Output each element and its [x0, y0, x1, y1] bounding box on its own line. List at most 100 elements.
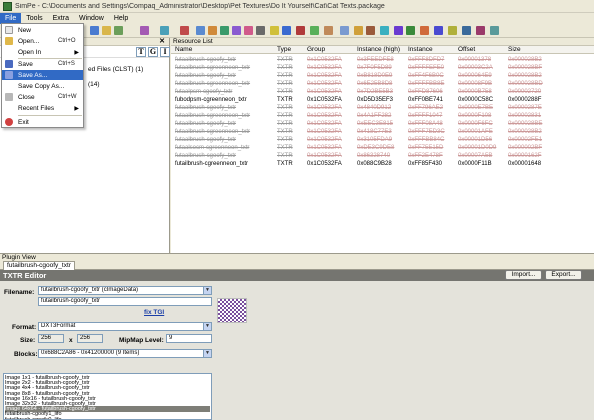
cell-group: 0x1C0532FA — [307, 129, 342, 135]
cell-instance: 0xFFFBB84C — [408, 137, 445, 143]
plugin-tab-strip: futailbrush-cgoofy_txtr — [0, 261, 594, 270]
pin-icon[interactable]: ✕ — [159, 37, 165, 45]
column-header-instance-high[interactable]: Instance (high) — [357, 46, 400, 54]
column-header-name[interactable]: Name — [175, 46, 192, 54]
cell-instance-high: 0xB818D0E9 — [357, 73, 393, 79]
tool-icon[interactable] — [256, 26, 265, 35]
tool-icon[interactable] — [448, 26, 457, 35]
font-i-button[interactable]: I — [160, 47, 170, 57]
cell-instance: 0xFFF8DFD7 — [408, 57, 445, 63]
table-row[interactable]: futaalsocm-cgreenneon_txtr TXTR 0x1C0532FA… — [171, 144, 594, 152]
cell-name: futaalbrush-cgreenneon_txtr — [175, 81, 251, 87]
chevron-down-icon[interactable]: ▼ — [203, 323, 211, 330]
tool-icon[interactable] — [160, 26, 169, 35]
cell-name: futaalbrush-cgreenneon_txtr — [175, 113, 251, 119]
tool-icon[interactable] — [406, 26, 415, 35]
column-header-instance[interactable]: Instance — [408, 46, 433, 54]
table-row[interactable]: futaalbrush-cgoofy_txtr TXTR 0x1C0532FA 0x4… — [171, 104, 594, 112]
blocks-combo[interactable]: 0x688C2A86 - 0x41200000 (9 Items) ▼ — [38, 349, 212, 358]
tool-icon[interactable] — [296, 26, 305, 35]
column-header-type[interactable]: Type — [277, 46, 291, 54]
tool-icon[interactable] — [380, 26, 389, 35]
tool-icon[interactable] — [90, 26, 99, 35]
menu-item-new[interactable]: New — [2, 25, 83, 35]
tool-icon[interactable] — [140, 26, 149, 35]
column-header-offset[interactable]: Offset — [458, 46, 475, 54]
fix-tgi-link[interactable]: fix TGI — [144, 309, 164, 316]
table-row[interactable]: futaalbrush-cgreenneon_txtr TXTR 0x1C0532F… — [171, 64, 594, 72]
font-t-button[interactable]: T — [136, 47, 146, 57]
menu-item-save-copy-as[interactable]: Save Copy As... — [2, 81, 83, 91]
tool-icon[interactable] — [324, 26, 333, 35]
table-row[interactable]: futaalbrush-cgoofy_txtr TXTR 0x1C0532FA 0x3… — [171, 56, 594, 64]
table-row[interactable]: futaalbrush-cgreenneon_txtr TXTR 0x1C0532F… — [171, 128, 594, 136]
menu-item-save[interactable]: Save Ctrl+S — [2, 59, 83, 69]
menu-item-close[interactable]: Close Ctrl+W — [2, 92, 83, 102]
tool-icon[interactable] — [490, 26, 499, 35]
tool-icon[interactable] — [420, 26, 429, 35]
tool-icon[interactable] — [180, 26, 189, 35]
cell-instance-high: 0x86328740 — [357, 153, 391, 159]
cell-instance-high: 0x7F0F5D89 — [357, 65, 392, 71]
tool-icon[interactable] — [208, 26, 217, 35]
tool-icon[interactable] — [476, 26, 485, 35]
plugin-tab[interactable]: futailbrush-cgoofy_txtr — [3, 261, 75, 270]
export-button[interactable]: Export... — [545, 270, 582, 280]
font-g-button[interactable]: G — [148, 47, 158, 57]
tool-icon[interactable] — [282, 26, 291, 35]
resource-list-pane: Resource List Name Type Group Instance (… — [171, 38, 594, 253]
tool-icon[interactable] — [366, 26, 375, 35]
table-row[interactable]: futaalbrush-cgoofy_txtr TXTR 0x1C0532FA 0x8… — [171, 152, 594, 160]
tool-icon[interactable] — [232, 26, 241, 35]
column-header-group[interactable]: Group — [307, 46, 325, 54]
cell-size: 0x000028BD — [508, 81, 543, 87]
table-row[interactable]: fubodpsm-cgreenneon_txtr TXTR 0x1C0532FA 0x… — [171, 96, 594, 104]
column-header-size[interactable]: Size — [508, 46, 521, 54]
menu-item-save-as[interactable]: Save As... — [2, 70, 83, 80]
chevron-down-icon[interactable]: ▼ — [203, 287, 211, 294]
table-row[interactable]: futaalbrush-cgoofy_txtr TXTR 0x1C0532FA 0xE… — [171, 120, 594, 128]
exit-icon — [5, 118, 13, 126]
tool-icon[interactable] — [270, 26, 279, 35]
table-row[interactable]: futaalbrush-cgreenneon_txtr TXTR 0x1C0532F… — [171, 112, 594, 120]
tool-icon[interactable] — [394, 26, 403, 35]
tool-icon[interactable] — [340, 26, 349, 35]
tool-icon[interactable] — [462, 26, 471, 35]
cell-type: TXTR — [277, 161, 293, 167]
table-row[interactable]: futaalbrush-cgoofy_txtr TXTR 0x1C0532FA 0x3… — [171, 136, 594, 144]
tool-icon[interactable] — [244, 26, 253, 35]
menu-item-open-in[interactable]: Open In ▶ — [2, 47, 83, 57]
txtr-editor: TXTR Editor Import... Export... Filename… — [0, 270, 594, 420]
table-row[interactable]: futailbrush-cgreenneon_txtr TXTR 0x1C0532F… — [171, 160, 594, 168]
tree-item[interactable]: ed Files (CLST) (1) — [88, 66, 143, 73]
menu-item-recent-files[interactable]: Recent Files ▶ — [2, 103, 83, 113]
table-row[interactable]: futaalbrush-cgoofy_txtr TXTR 0x1C0532FA 0xB… — [171, 72, 594, 80]
cell-group: 0x1C0532FA — [307, 145, 342, 151]
cell-instance-high: 0x7D2BE5B3 — [357, 89, 394, 95]
filename-input[interactable]: futailbrush-cgoofy_txtr — [38, 297, 212, 306]
filename-combo[interactable]: futailbrush-cgoofy_txtr (cImageData) ▼ — [38, 286, 212, 295]
mipmap-level-field[interactable]: 9 — [166, 334, 212, 343]
tool-icon[interactable] — [220, 26, 229, 35]
menu-item-exit[interactable]: Exit — [2, 117, 83, 127]
menu-item-open[interactable]: Open... Ctrl+O — [2, 36, 83, 46]
cell-offset: 0x00007A5B — [458, 153, 493, 159]
table-row[interactable]: futaalpsm-cgoofy_txtr TXTR 0x1C0532FA 0x7D2… — [171, 88, 594, 96]
list-item[interactable]: futailbrush-cgoofy0_lifo — [5, 417, 210, 419]
chevron-down-icon[interactable]: ▼ — [203, 350, 211, 357]
cell-offset: 0x0000C58C — [458, 97, 494, 103]
tool-icon[interactable] — [196, 26, 205, 35]
tool-icon[interactable] — [102, 26, 111, 35]
block-list[interactable]: Image 1x1 - futailbrush-cgoofy_txtr Image… — [3, 373, 212, 420]
import-button[interactable]: Import... — [505, 270, 542, 280]
tool-icon[interactable] — [310, 26, 319, 35]
tree-item[interactable]: (14) — [88, 81, 100, 88]
tool-icon[interactable] — [434, 26, 443, 35]
cell-name: futaalbrush-cgreenneon_txtr — [175, 65, 251, 71]
tool-icon[interactable] — [114, 26, 123, 35]
menu-help[interactable]: Help — [109, 13, 133, 24]
format-combo[interactable]: DXT3Format ▼ — [38, 322, 212, 331]
tool-icon[interactable] — [354, 26, 363, 35]
table-row[interactable]: futaalbrush-cgreenneon_txtr TXTR 0x1C0532F… — [171, 80, 594, 88]
cell-offset: 0x00001D56 — [458, 137, 493, 143]
